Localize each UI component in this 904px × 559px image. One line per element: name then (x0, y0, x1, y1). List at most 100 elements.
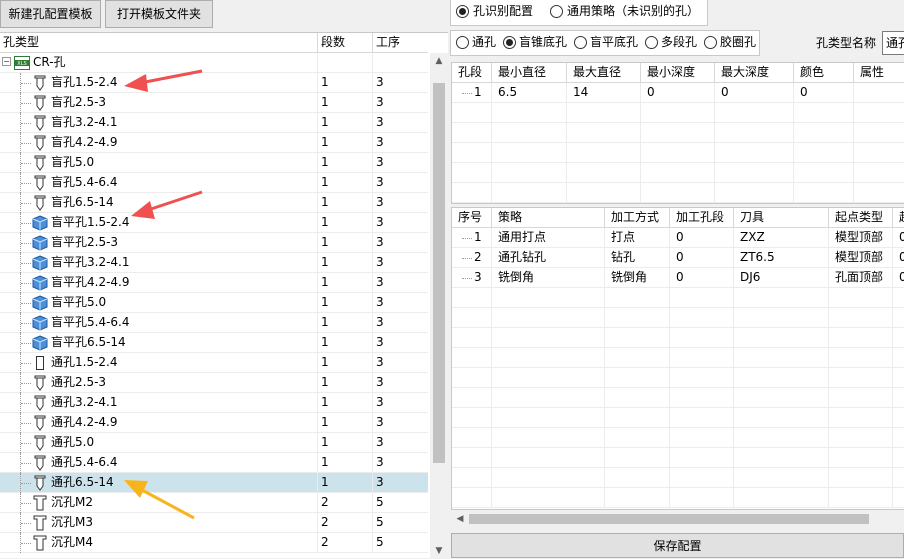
strategy-cell[interactable] (893, 388, 904, 408)
segment-cell[interactable] (567, 183, 641, 203)
strategy-horizontal-scrollbar[interactable]: ◀ (451, 510, 904, 528)
strategy-cell[interactable]: 钻孔 (605, 248, 670, 268)
strategy-cell[interactable] (893, 308, 904, 328)
strategy-cell[interactable]: 3 (452, 268, 492, 288)
hole-type-name-input[interactable]: 通孔 (882, 31, 904, 55)
strategy-cell[interactable] (829, 408, 893, 428)
strategy-cell[interactable] (670, 408, 734, 428)
strategy-cell[interactable]: ZXZ (734, 228, 829, 248)
strategy-cell[interactable] (670, 328, 734, 348)
tree-row[interactable]: 盲孔3.2-4.1 1 3 (0, 113, 428, 133)
strategy-cell[interactable]: 铣倒角 (492, 268, 605, 288)
tree-row[interactable]: 盲孔2.5-3 1 3 (0, 93, 428, 113)
strategy-cell[interactable] (452, 368, 492, 388)
segment-cell[interactable] (452, 123, 492, 143)
strategy-cell[interactable]: 通用打点 (492, 228, 605, 248)
strategy-cell[interactable] (452, 288, 492, 308)
segment-cell[interactable]: 6.5 (492, 83, 567, 103)
segment-column-header[interactable]: 孔段 (452, 63, 492, 83)
strategy-cell[interactable] (452, 408, 492, 428)
segment-cell[interactable] (715, 123, 794, 143)
strategy-cell[interactable] (829, 348, 893, 368)
tree-row[interactable]: 盲平孔6.5-14 1 3 (0, 333, 428, 353)
new-template-button[interactable]: 新建孔配置模板 (0, 0, 101, 28)
horizontal-scroll-thumb[interactable] (469, 514, 869, 524)
segment-column-header[interactable]: 最大直径 (567, 63, 641, 83)
strategy-cell[interactable] (893, 428, 904, 448)
tree-row[interactable]: 沉孔M2 2 5 (0, 493, 428, 513)
segment-cell[interactable]: 1 (452, 83, 492, 103)
strategy-column-header[interactable]: 策略 (492, 208, 605, 228)
scroll-up-arrow-icon[interactable]: ▲ (430, 53, 448, 69)
segment-cell[interactable] (567, 163, 641, 183)
segment-cell[interactable] (854, 143, 904, 163)
segment-cell[interactable]: 0 (641, 83, 715, 103)
strategy-cell[interactable] (605, 308, 670, 328)
segment-cell[interactable] (854, 183, 904, 203)
segment-cell[interactable] (794, 103, 854, 123)
strategy-cell[interactable] (893, 468, 904, 488)
strategy-cell[interactable]: 孔面顶部 (829, 268, 893, 288)
tree-row[interactable]: 通孔5.0 1 3 (0, 433, 428, 453)
strategy-cell[interactable] (492, 468, 605, 488)
strategy-cell[interactable] (492, 368, 605, 388)
strategy-cell[interactable] (452, 428, 492, 448)
strategy-cell[interactable]: 铣倒角 (605, 268, 670, 288)
segment-column-header[interactable]: 颜色 (794, 63, 854, 83)
strategy-cell[interactable] (492, 448, 605, 468)
strategy-cell[interactable] (893, 288, 904, 308)
strategy-column-header[interactable]: 起 (893, 208, 904, 228)
segment-cell[interactable] (641, 183, 715, 203)
tree-row[interactable]: 通孔5.4-6.4 1 3 (0, 453, 428, 473)
strategy-cell[interactable]: 打点 (605, 228, 670, 248)
strategy-column-header[interactable]: 刀具 (734, 208, 829, 228)
tree-row[interactable]: 沉孔M3 2 5 (0, 513, 428, 533)
strategy-cell[interactable] (605, 288, 670, 308)
strategy-cell[interactable] (492, 408, 605, 428)
segment-cell[interactable] (567, 103, 641, 123)
strategy-cell[interactable] (492, 428, 605, 448)
strategy-cell[interactable] (605, 368, 670, 388)
tree-row[interactable]: 盲平孔5.0 1 3 (0, 293, 428, 313)
strategy-cell[interactable] (670, 428, 734, 448)
segment-cell[interactable] (641, 103, 715, 123)
tree-vertical-scrollbar[interactable]: ▲ ▼ (430, 53, 448, 559)
strategy-cell[interactable] (670, 348, 734, 368)
segment-column-header[interactable]: 最大深度 (715, 63, 794, 83)
strategy-cell[interactable] (605, 488, 670, 508)
mode-radio-hole-recognition[interactable] (456, 5, 469, 18)
strategy-column-header[interactable]: 加工方式 (605, 208, 670, 228)
scroll-down-arrow-icon[interactable]: ▼ (430, 543, 448, 559)
strategy-column-header[interactable]: 序号 (452, 208, 492, 228)
segment-cell[interactable] (715, 163, 794, 183)
strategy-cell[interactable] (452, 388, 492, 408)
segment-cell[interactable] (641, 123, 715, 143)
strategy-cell[interactable] (452, 468, 492, 488)
segment-cell[interactable] (492, 123, 567, 143)
strategy-cell[interactable] (734, 488, 829, 508)
segment-cell[interactable] (854, 163, 904, 183)
segment-cell[interactable] (854, 123, 904, 143)
segment-cell[interactable] (492, 163, 567, 183)
save-config-button[interactable]: 保存配置 (451, 533, 904, 558)
strategy-cell[interactable] (670, 288, 734, 308)
strategy-cell[interactable]: 0 (893, 248, 904, 268)
strategy-cell[interactable] (492, 308, 605, 328)
strategy-cell[interactable]: 1 (452, 228, 492, 248)
strategy-cell[interactable] (734, 368, 829, 388)
strategy-cell[interactable] (605, 348, 670, 368)
segment-cell[interactable] (854, 103, 904, 123)
scroll-left-arrow-icon[interactable]: ◀ (451, 511, 469, 527)
strategy-cell[interactable] (452, 448, 492, 468)
segment-cell[interactable] (854, 83, 904, 103)
segment-cell[interactable] (794, 163, 854, 183)
strategy-cell[interactable] (734, 448, 829, 468)
tree-row[interactable]: 盲平孔2.5-3 1 3 (0, 233, 428, 253)
hole-type-radio-blind-flat[interactable] (574, 36, 587, 49)
strategy-cell[interactable] (734, 428, 829, 448)
tree-row[interactable]: 通孔4.2-4.9 1 3 (0, 413, 428, 433)
strategy-cell[interactable]: 模型顶部 (829, 228, 893, 248)
tree-row[interactable]: 盲平孔4.2-4.9 1 3 (0, 273, 428, 293)
strategy-cell[interactable] (893, 408, 904, 428)
strategy-cell[interactable]: 0 (670, 228, 734, 248)
